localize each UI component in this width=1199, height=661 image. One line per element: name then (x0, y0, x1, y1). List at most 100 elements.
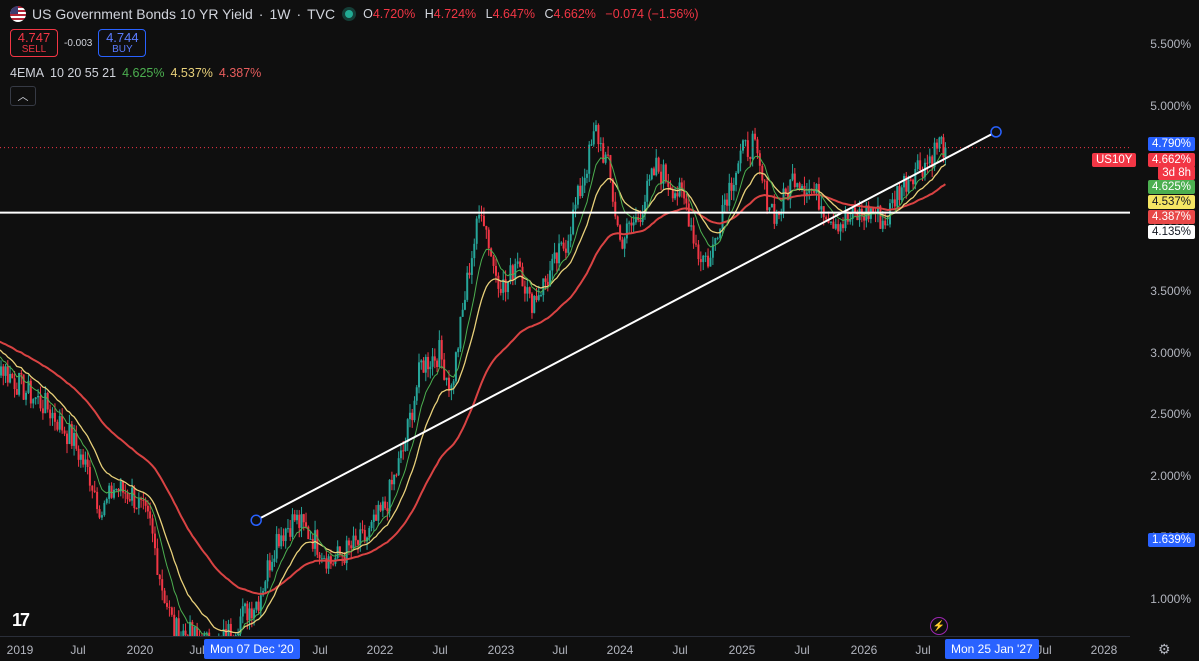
candle-body (52, 413, 54, 418)
candle-body (459, 317, 461, 349)
candle-body (586, 174, 588, 178)
candle-body (133, 488, 135, 508)
candle-body (726, 200, 728, 206)
candle-body (319, 555, 321, 558)
candle-body (722, 205, 724, 229)
candle-body (420, 361, 422, 363)
candle-body (672, 190, 674, 198)
close-label: C (545, 7, 554, 21)
candle-body (255, 602, 257, 610)
candle-body (490, 248, 492, 256)
candle-body (695, 243, 697, 244)
candle-body (312, 539, 314, 549)
candle-body (159, 575, 161, 579)
candle-body (136, 508, 138, 509)
candle-body (485, 226, 487, 230)
ema10-value: 4.625% (122, 66, 164, 80)
buy-button[interactable]: 4.744 BUY (98, 29, 146, 57)
candle-body (929, 156, 931, 163)
candle-body (507, 282, 509, 292)
chevron-up-icon[interactable]: ︿ (10, 86, 36, 106)
candle-body (425, 357, 427, 373)
sell-price: 4.747 (18, 31, 51, 45)
candle-body (565, 249, 567, 253)
tradingview-logo[interactable]: 17 (12, 610, 28, 631)
candle-body (54, 413, 56, 422)
time-tick-label: 2026 (851, 643, 878, 657)
candle-body (106, 499, 108, 503)
time-tick-label: Jul (672, 643, 687, 657)
candle-body (391, 480, 393, 484)
trendline (256, 132, 996, 520)
candle-body (724, 200, 726, 205)
symbol-name[interactable]: US Government Bonds 10 YR Yield (32, 6, 253, 22)
candle-body (896, 186, 898, 206)
time-tick-label: Jul (552, 643, 567, 657)
candle-body (348, 540, 350, 545)
price-tag: 4.625% (1148, 180, 1195, 194)
candle-body (705, 256, 707, 257)
candle-body (901, 187, 903, 200)
candle-body (685, 198, 687, 203)
candle-body (175, 618, 177, 636)
candle-body (719, 229, 721, 238)
ema10-line (0, 153, 945, 636)
candle-body (621, 240, 623, 249)
candle-body (894, 199, 896, 206)
candle-body (648, 179, 650, 181)
candle-body (409, 413, 411, 419)
candle-body (101, 515, 103, 517)
time-axis[interactable]: 2019Jul2020JulJul2022Jul2023Jul2024Jul20… (0, 636, 1130, 661)
price-axis[interactable]: 5.500%5.000%4.000%3.500%3.000%2.500%2.00… (1130, 0, 1199, 636)
candle-body (938, 138, 940, 149)
candle-body (551, 259, 553, 271)
candle-body (898, 186, 900, 200)
candle-body (820, 206, 822, 209)
candle-body (575, 205, 577, 210)
candle-body (773, 204, 775, 224)
indicator-legend[interactable]: 4EMA 10 20 55 21 4.625% 4.537% 4.387% (10, 66, 261, 80)
price-tag: 4.387% (1148, 210, 1195, 224)
candle-body (289, 528, 291, 537)
candle-body (9, 374, 11, 383)
candle-body (702, 256, 704, 262)
candle-body (127, 494, 129, 500)
candle-body (244, 604, 246, 607)
candle-body (371, 522, 373, 528)
candle-body (609, 155, 611, 179)
lightning-icon[interactable]: ⚡ (930, 617, 948, 635)
candle-body (2, 366, 4, 375)
separator: · (259, 6, 264, 22)
candle-body (273, 559, 275, 562)
candle-body (78, 449, 80, 460)
candle-body (436, 361, 438, 367)
candle-body (99, 509, 101, 518)
sell-button[interactable]: 4.747 SELL (10, 29, 58, 57)
candle-body (776, 213, 778, 223)
candle-body (453, 381, 455, 385)
candle-body (225, 629, 227, 636)
price-chart[interactable] (0, 0, 1130, 636)
candle-body (825, 217, 827, 219)
candle-body (500, 289, 502, 293)
candle-body (80, 454, 82, 459)
candle-body (438, 340, 440, 367)
gear-icon[interactable]: ⚙ (1158, 641, 1171, 658)
candle-body (651, 168, 653, 179)
candle-body (794, 174, 796, 187)
chart-area[interactable]: US Government Bonds 10 YR Yield · 1W · T… (0, 0, 1130, 636)
candle-body (778, 213, 780, 215)
candle-body (891, 199, 893, 203)
candle-body (373, 515, 375, 522)
price-tag: 4.537% (1148, 195, 1195, 209)
candle-body (792, 174, 794, 180)
candle-body (314, 530, 316, 549)
candle-body (476, 219, 478, 244)
candle-body (142, 500, 144, 501)
candle-body (917, 160, 919, 169)
candle-body (227, 624, 229, 636)
candle-body (646, 181, 648, 202)
candle-body (103, 503, 105, 515)
candle-body (427, 357, 429, 369)
interval-label[interactable]: 1W (269, 6, 290, 22)
